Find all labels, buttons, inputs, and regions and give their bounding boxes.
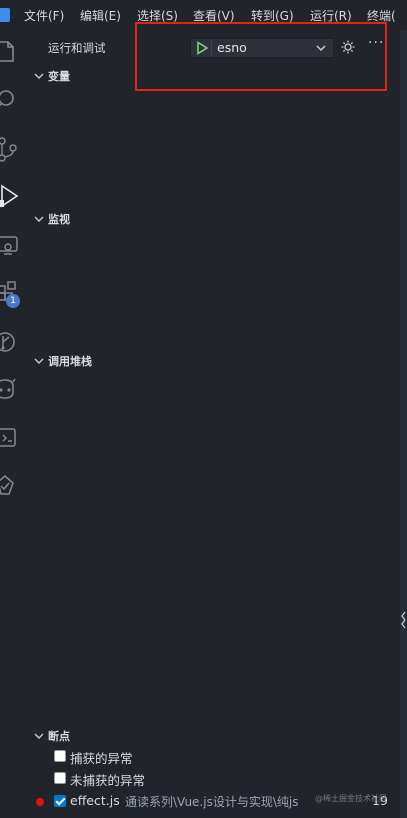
menu-run[interactable]: 运行(R) — [310, 0, 352, 30]
variables-section-header[interactable]: 变量 — [22, 66, 400, 86]
extensions-icon[interactable]: 1 — [0, 280, 22, 308]
breakpoints-section-header[interactable]: 断点 — [22, 726, 400, 746]
launch-separator — [211, 41, 212, 55]
launch-config-dropdown[interactable]: esno — [190, 38, 334, 58]
menu-go[interactable]: 转到(G) — [251, 0, 294, 30]
search-icon[interactable] — [0, 86, 22, 114]
chevron-down-icon — [34, 358, 44, 364]
menu-selection[interactable]: 选择(S) — [137, 0, 178, 30]
watermark: @稀土掘金技术社区 — [315, 794, 387, 803]
chevron-down-icon — [316, 45, 326, 52]
activity-bar: 1 — [0, 30, 22, 818]
chevron-down-icon — [34, 733, 44, 739]
testing-icon[interactable] — [0, 472, 22, 500]
uncaught-exceptions-checkbox[interactable] — [54, 772, 66, 784]
start-debugging-icon[interactable] — [195, 41, 209, 55]
call-stack-section-header[interactable]: 调用堆栈 — [22, 351, 400, 371]
remote-explorer-icon[interactable] — [0, 232, 22, 260]
gear-icon[interactable] — [341, 40, 355, 54]
menu-terminal[interactable]: 终端( — [367, 0, 396, 30]
menu-edit[interactable]: 编辑(E) — [80, 0, 121, 30]
source-control-icon[interactable] — [0, 136, 22, 164]
chevron-down-icon — [34, 216, 44, 222]
git-graph-icon[interactable] — [0, 328, 22, 356]
menu-view[interactable]: 查看(V) — [193, 0, 235, 30]
caught-exceptions-checkbox[interactable] — [54, 750, 66, 762]
editor-edge — [400, 30, 407, 818]
breakpoint-caught-exceptions[interactable]: 捕获的异常 — [22, 747, 400, 767]
vscode-logo-icon — [0, 8, 10, 22]
run-debug-icon[interactable] — [0, 182, 22, 210]
sidebar-title: 运行和调试 — [48, 41, 106, 55]
launch-config-name: esno — [217, 40, 247, 55]
scroll-indicator-icon — [401, 611, 406, 629]
call-stack-label: 调用堆栈 — [48, 355, 92, 368]
explorer-icon[interactable] — [0, 38, 22, 66]
variables-label: 变量 — [48, 70, 70, 83]
watch-label: 监视 — [48, 213, 70, 226]
more-actions-icon[interactable]: ··· — [368, 35, 384, 51]
chevron-down-icon — [34, 73, 44, 79]
menu-bar: 文件(F) 编辑(E) 选择(S) 查看(V) 转到(G) 运行(R) 终端( — [0, 0, 407, 30]
remote-icon[interactable] — [0, 424, 22, 452]
extensions-badge: 1 — [6, 294, 20, 308]
watch-section-header[interactable]: 监视 — [22, 209, 400, 229]
breakpoints-label: 断点 — [48, 730, 70, 743]
breakpoint-file-checkbox[interactable] — [54, 795, 66, 807]
uncaught-exceptions-label: 未捕获的异常 — [70, 773, 146, 788]
copilot-icon[interactable] — [0, 376, 22, 404]
menu-file[interactable]: 文件(F) — [24, 0, 64, 30]
run-debug-sidebar: 运行和调试 esno ··· 变量 监视 调用堆栈 断点 捕获的异常 未捕获的异… — [22, 22, 400, 818]
breakpoint-file-path: 通读系列\Vue.js设计与实现\纯js — [125, 795, 299, 809]
breakpoint-dot-icon — [36, 798, 44, 806]
breakpoint-file-name: effect.js — [70, 793, 120, 808]
caught-exceptions-label: 捕获的异常 — [70, 751, 133, 766]
breakpoint-uncaught-exceptions[interactable]: 未捕获的异常 — [22, 769, 400, 789]
